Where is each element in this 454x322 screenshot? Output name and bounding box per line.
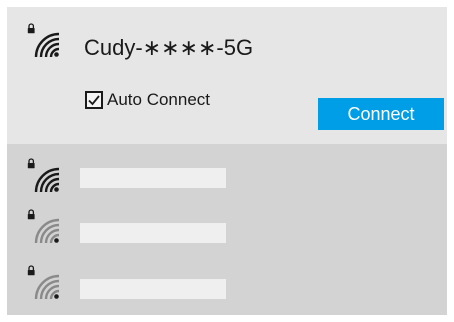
auto-connect-label: Auto Connect: [107, 90, 211, 109]
auto-connect-option[interactable]: Auto Connect: [85, 89, 210, 111]
wifi-network-list: Cudy-∗∗∗∗-5G Auto Connect Connect: [7, 7, 447, 315]
network-item-selected[interactable]: Cudy-∗∗∗∗-5G Auto Connect Connect: [7, 7, 447, 144]
wifi-secured-icon: [25, 23, 61, 59]
connect-button[interactable]: Connect: [318, 98, 444, 130]
network-name-placeholder: [80, 279, 226, 299]
network-name-placeholder: [80, 168, 226, 188]
auto-connect-checkbox[interactable]: [85, 91, 103, 109]
network-item[interactable]: [7, 259, 447, 309]
checkmark-icon: [88, 95, 100, 106]
network-item[interactable]: [7, 148, 447, 198]
network-item[interactable]: [7, 203, 447, 253]
network-ssid: Cudy-∗∗∗∗-5G: [84, 35, 254, 60]
wifi-secured-icon: [25, 265, 61, 301]
wifi-secured-icon: [25, 158, 61, 194]
wifi-secured-icon: [25, 209, 61, 245]
network-name-placeholder: [80, 223, 226, 243]
